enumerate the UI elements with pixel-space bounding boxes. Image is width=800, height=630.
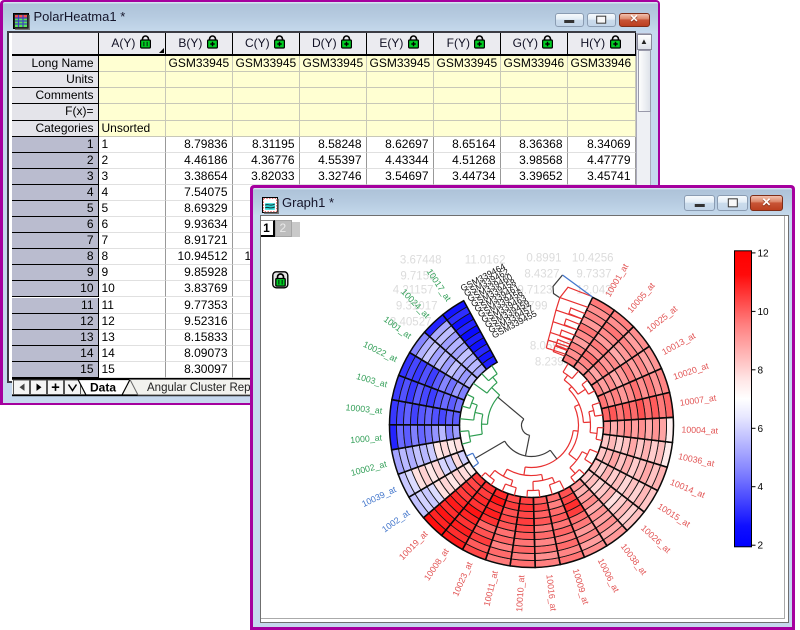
svg-text:10004_at: 10004_at [681,424,719,435]
svg-text:10019_at: 10019_at [396,528,429,562]
svg-text:10003_at: 10003_at [345,402,383,415]
svg-text:10022_at: 10022_at [361,339,399,364]
svg-text:10015_at: 10015_at [655,501,692,529]
svg-text:10025_at: 10025_at [644,303,679,334]
svg-text:9.7337: 9.7337 [576,268,611,280]
svg-text:10023_at: 10023_at [450,559,474,597]
svg-text:8.4327: 8.4327 [524,268,559,280]
svg-text:1003_at: 1003_at [355,371,389,389]
svg-text:6: 6 [757,423,763,434]
svg-text:10009_at: 10009_at [570,567,590,606]
svg-text:10008_at: 10008_at [421,545,450,581]
svg-text:10038_at: 10038_at [618,541,648,577]
svg-text:1002_at: 1002_at [379,507,411,534]
svg-text:10010_at: 10010_at [514,574,526,612]
svg-text:10016_at: 10016_at [544,573,558,611]
svg-text:10036_at: 10036_at [677,451,716,469]
svg-text:10039_at: 10039_at [360,484,398,509]
svg-text:4: 4 [757,482,763,493]
svg-text:2: 2 [757,540,763,551]
svg-text:10.4256: 10.4256 [571,252,613,264]
svg-text:Angular Cluster Report: Angular Cluster Report [147,382,265,394]
svg-text:10006_at: 10006_at [595,556,621,594]
svg-text:0.8991: 0.8991 [526,252,561,264]
svg-text:10002_at: 10002_at [349,458,388,477]
svg-text:10026_at: 10026_at [638,522,672,555]
svg-text:10005_at: 10005_at [625,280,657,315]
svg-text:10: 10 [757,306,769,317]
svg-text:1000_at: 1000_at [349,432,382,445]
svg-text:10014_at: 10014_at [668,476,706,499]
svg-text:10020_at: 10020_at [671,360,709,381]
svg-text:10013_at: 10013_at [660,330,697,357]
svg-text:10011_at: 10011_at [481,569,499,607]
svg-text:8: 8 [757,365,763,376]
svg-text:12: 12 [757,248,769,259]
svg-text:10007_at: 10007_at [679,392,717,407]
svg-text:Data: Data [90,381,116,395]
svg-text:3.67448: 3.67448 [399,254,441,266]
